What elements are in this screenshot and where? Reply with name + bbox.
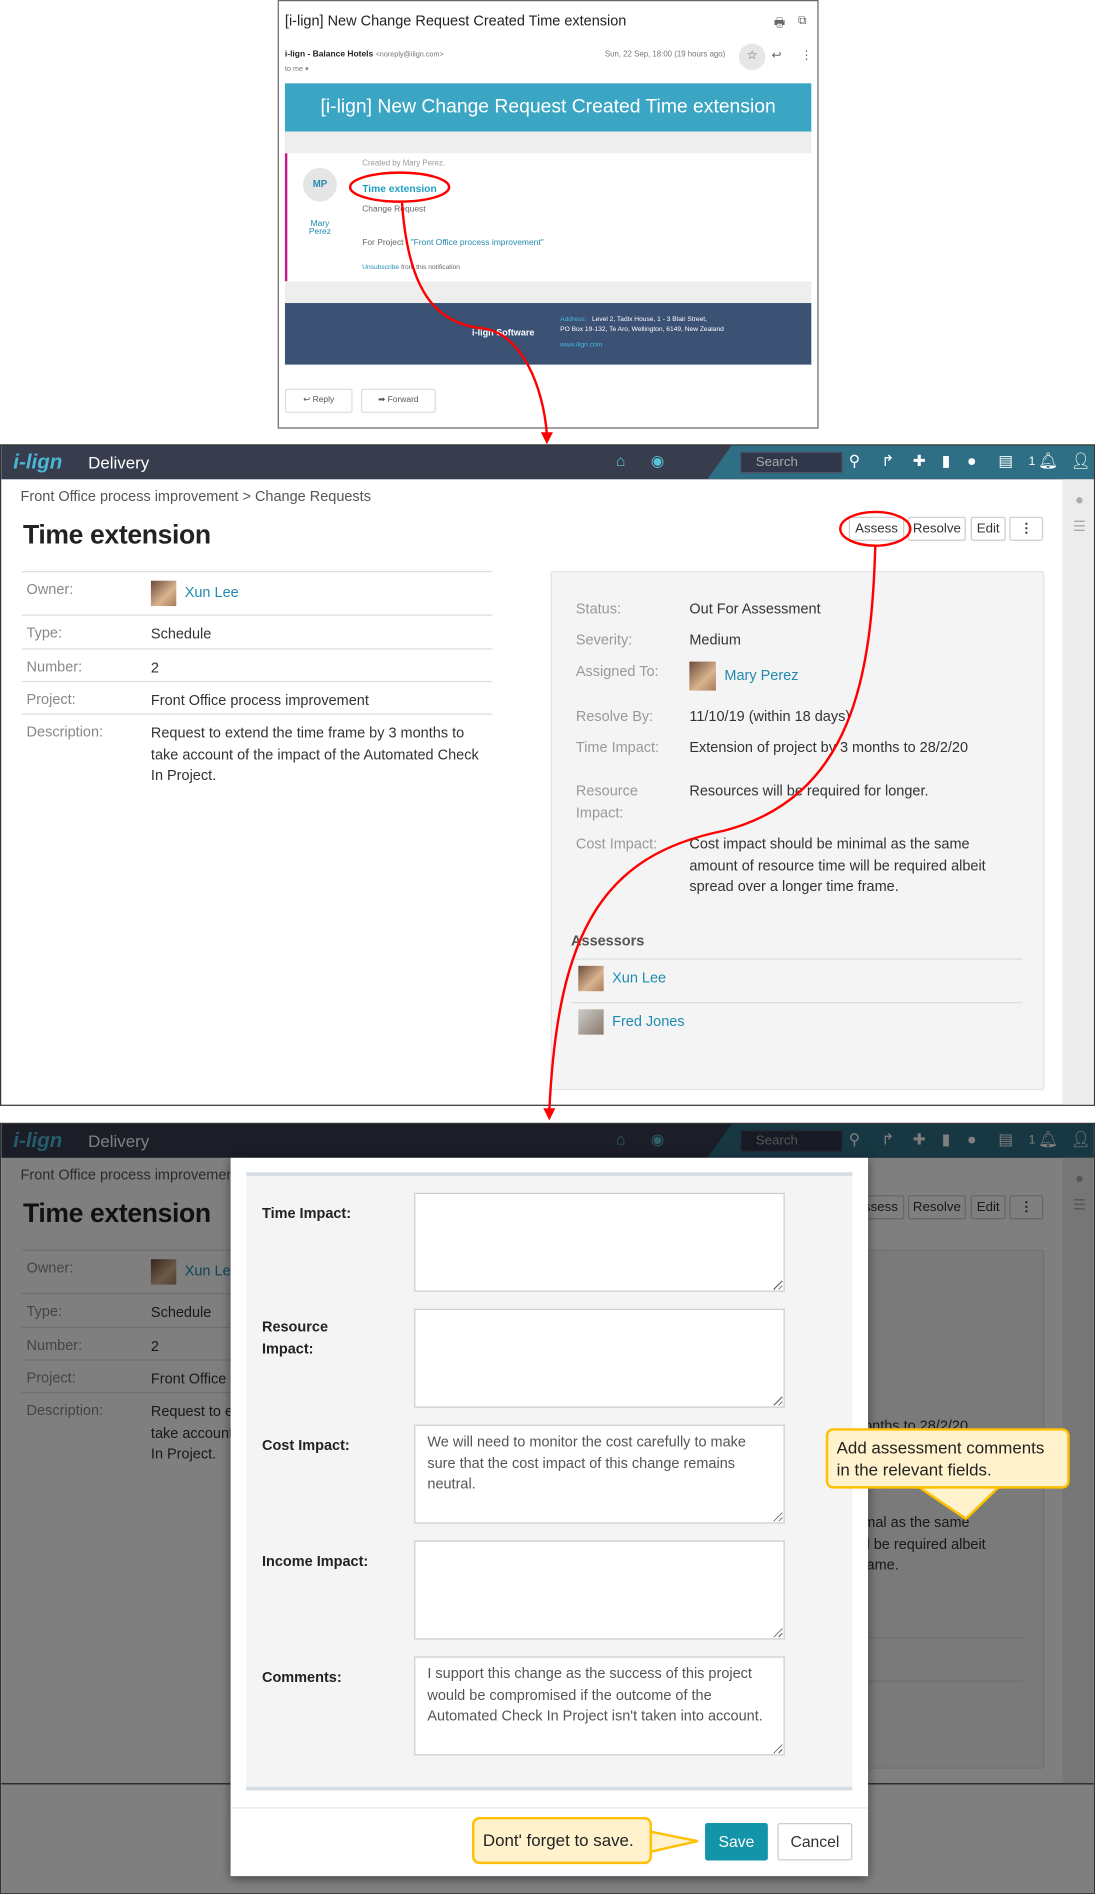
arrowhead <box>543 1108 556 1121</box>
callout-tail <box>913 1484 1003 1521</box>
highlight-ellipse <box>839 510 912 547</box>
annotation-curve <box>548 545 877 1111</box>
assessment-callout: Add assessment comments in the relevant … <box>825 1428 1070 1489</box>
callout-tail <box>648 1830 699 1854</box>
annotation-overlay <box>348 171 1003 1854</box>
save-callout: Dont' forget to save. <box>472 1816 652 1865</box>
arrowhead <box>540 432 553 445</box>
highlight-ellipse <box>348 171 451 203</box>
annotation-curve <box>400 202 549 435</box>
